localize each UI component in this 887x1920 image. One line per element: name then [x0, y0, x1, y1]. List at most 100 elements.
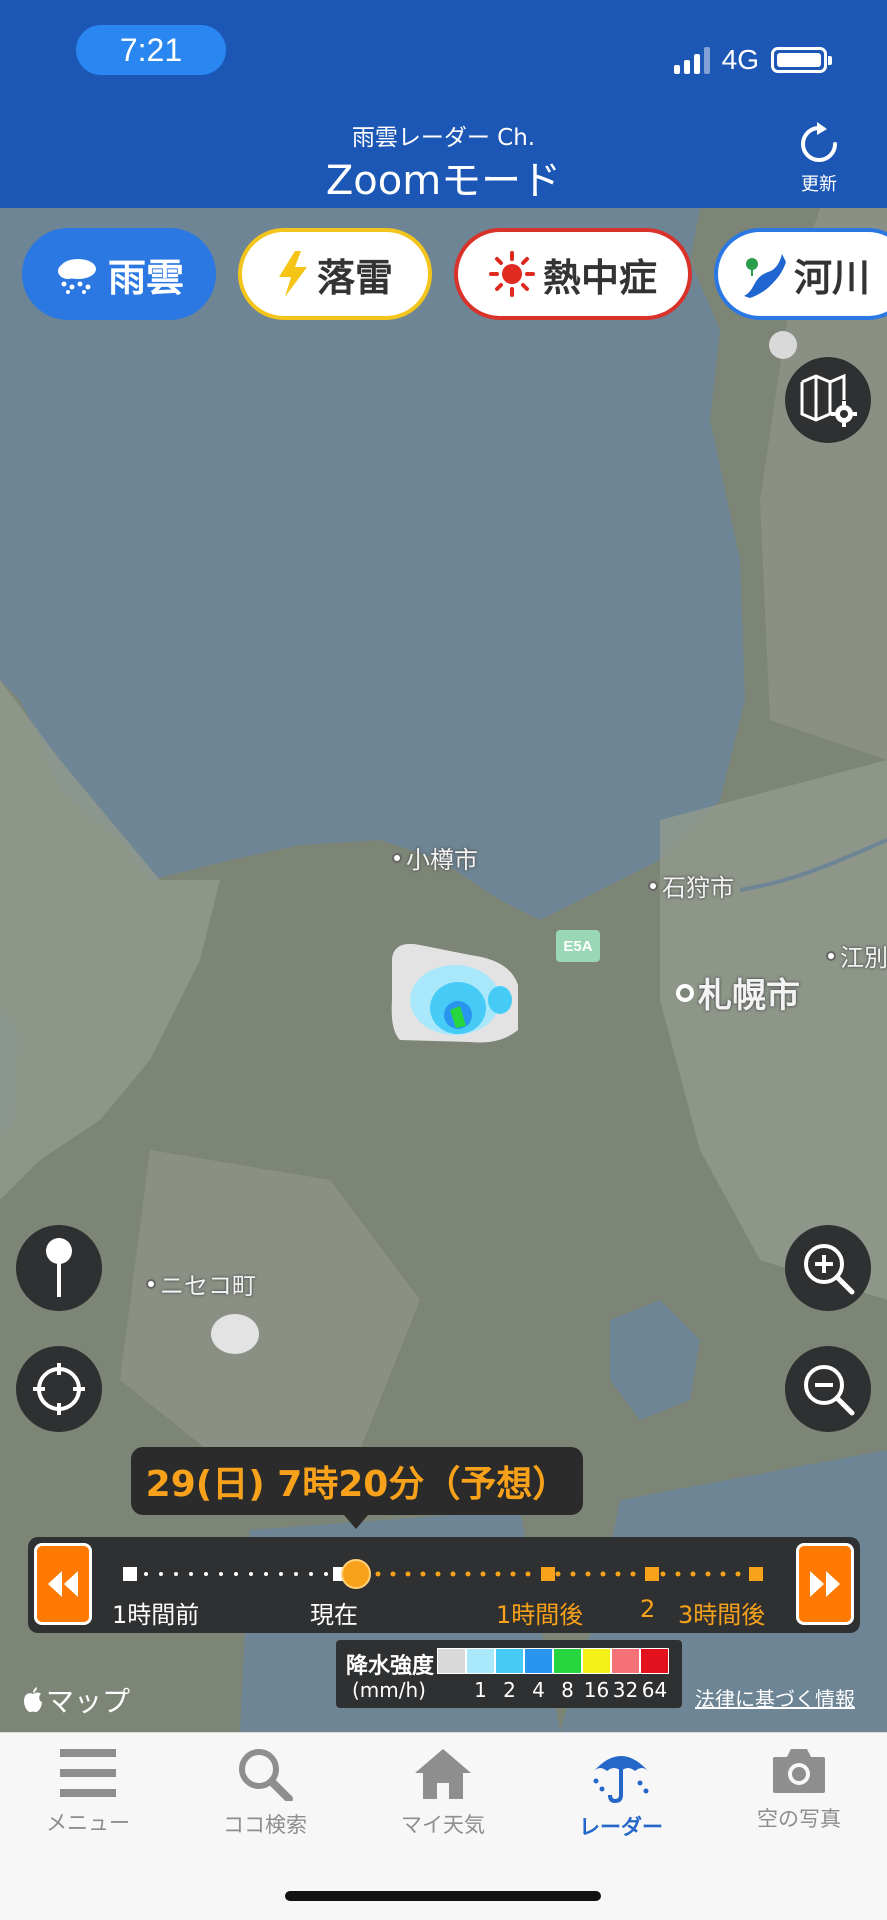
timeline-dot [480, 1571, 486, 1577]
city-ishikari: 石狩市 [648, 868, 734, 903]
label-now[interactable]: 現在 [310, 1595, 358, 1630]
menu-icon [60, 1749, 116, 1797]
label-plus1[interactable]: 1時間後 [496, 1595, 583, 1630]
timeline-dot [309, 1572, 313, 1576]
category-chips: 雨雲 落雷 熱中症 河川 [22, 228, 887, 322]
legend-title: 降水強度 [346, 1654, 435, 1679]
timeline-dot [294, 1572, 298, 1576]
tab-my-weather[interactable]: マイ天気 [363, 1747, 523, 1857]
tab-radar-label: レーダー [579, 1815, 663, 1839]
city-ebetsu: 江別 [826, 938, 887, 973]
timeline-dot [249, 1572, 253, 1576]
timeline-dot [450, 1571, 456, 1577]
legend-values: 1 2 4 8 16 32 64 [437, 1678, 669, 1702]
legend-swatch [611, 1648, 640, 1674]
timeline-dot [144, 1572, 148, 1576]
chip-river[interactable]: 河川 [714, 228, 887, 320]
tab-sky-photos-label: 空の写真 [757, 1807, 841, 1831]
legend-value: 4 [532, 1678, 545, 1702]
tab-menu[interactable]: メニュー [8, 1747, 168, 1857]
camera-icon [773, 1749, 825, 1793]
marker-past [123, 1567, 137, 1581]
timeline-dot [600, 1571, 606, 1577]
zoom-out-button[interactable] [785, 1346, 871, 1432]
timeline-dot [234, 1572, 238, 1576]
timeline-dot [219, 1572, 223, 1576]
tab-search-label: ココ検索 [223, 1813, 307, 1837]
timeline-dot [705, 1571, 711, 1577]
timeline-dot [690, 1571, 696, 1577]
timeline-dot [525, 1571, 531, 1577]
timeline-dot [675, 1571, 681, 1577]
tab-search[interactable]: ココ検索 [185, 1747, 345, 1857]
tab-radar[interactable]: レーダー [541, 1747, 701, 1857]
timeline-knob[interactable] [341, 1559, 371, 1589]
header-title: Zoomモード [325, 158, 562, 204]
timeline-dot [555, 1571, 561, 1577]
timeline-dot [204, 1572, 208, 1576]
timeline-bar: 1時間前 現在 1時間後 2 3時間後 [28, 1537, 860, 1633]
sun-icon [488, 251, 535, 297]
marker-plus2 [645, 1567, 659, 1581]
timeline-dot [465, 1571, 471, 1577]
chip-rain[interactable]: 雨雲 [22, 228, 216, 320]
tab-sky-photos[interactable]: 空の写真 [719, 1747, 879, 1857]
legend-value: 8 [561, 1678, 574, 1702]
city-sapporo: 札幌市 [676, 968, 800, 1017]
timeline-dot [420, 1571, 426, 1577]
map-attribution: マップ [22, 1680, 130, 1720]
marker-plus1 [541, 1567, 555, 1581]
map-settings-button[interactable] [785, 357, 871, 443]
home-icon [415, 1749, 471, 1799]
zoom-in-button[interactable] [785, 1225, 871, 1311]
refresh-label: 更新 [801, 174, 837, 195]
timeline-dot [630, 1571, 636, 1577]
status-time: 7:21 [76, 25, 226, 75]
tab-menu-label: メニュー [46, 1811, 130, 1835]
zoom-out-icon [804, 1365, 855, 1416]
fast-forward-button[interactable] [796, 1543, 854, 1625]
home-indicator [285, 1891, 601, 1901]
zoom-in-icon [804, 1244, 855, 1295]
legend-value: 32 [612, 1678, 639, 1702]
chip-lightning[interactable]: 落雷 [238, 228, 432, 320]
timeline-dot [174, 1572, 178, 1576]
tab-my-weather-label: マイ天気 [401, 1813, 485, 1837]
chip-river-label: 河川 [794, 255, 871, 300]
timeline-dot [720, 1571, 726, 1577]
locate-icon [33, 1363, 85, 1415]
pin-button[interactable] [16, 1225, 102, 1311]
legend-swatch [466, 1648, 495, 1674]
legend-value: 1 [474, 1678, 487, 1702]
lightning-icon [278, 251, 307, 297]
highway-badge: E5A [556, 930, 600, 962]
label-plus3[interactable]: 3時間後 [678, 1595, 765, 1630]
chip-lightning-label: 落雷 [316, 255, 393, 300]
status-indicators: 4G [673, 42, 832, 78]
timeline-dot [735, 1571, 741, 1577]
timeline-dot [189, 1572, 193, 1576]
legend-swatch [582, 1648, 611, 1674]
label-plus2[interactable]: 2 [640, 1595, 655, 1623]
timeline-dot [375, 1571, 381, 1577]
refresh-button[interactable]: 更新 [779, 122, 859, 196]
timeline-dot [660, 1571, 666, 1577]
rain-cloud-icon [57, 259, 96, 294]
network-label: 4G [721, 44, 759, 75]
timeline-dot [405, 1571, 411, 1577]
legal-info-link[interactable]: 法律に基づく情報 [695, 1683, 855, 1712]
fast-forward-icon [810, 1571, 840, 1597]
marker-plus3 [749, 1567, 763, 1581]
label-past[interactable]: 1時間前 [112, 1595, 199, 1630]
legend-value: 2 [503, 1678, 516, 1702]
legend-swatch [524, 1648, 553, 1674]
locate-button[interactable] [16, 1346, 102, 1432]
map-settings-icon [800, 373, 857, 427]
river-icon [744, 254, 786, 298]
legend-value: 16 [583, 1678, 610, 1702]
chip-heatstroke[interactable]: 熱中症 [454, 228, 692, 320]
legend-value-spacer [437, 1678, 466, 1702]
timeline-dot [495, 1571, 501, 1577]
timeline-dot [279, 1572, 283, 1576]
legend-swatch [495, 1648, 524, 1674]
